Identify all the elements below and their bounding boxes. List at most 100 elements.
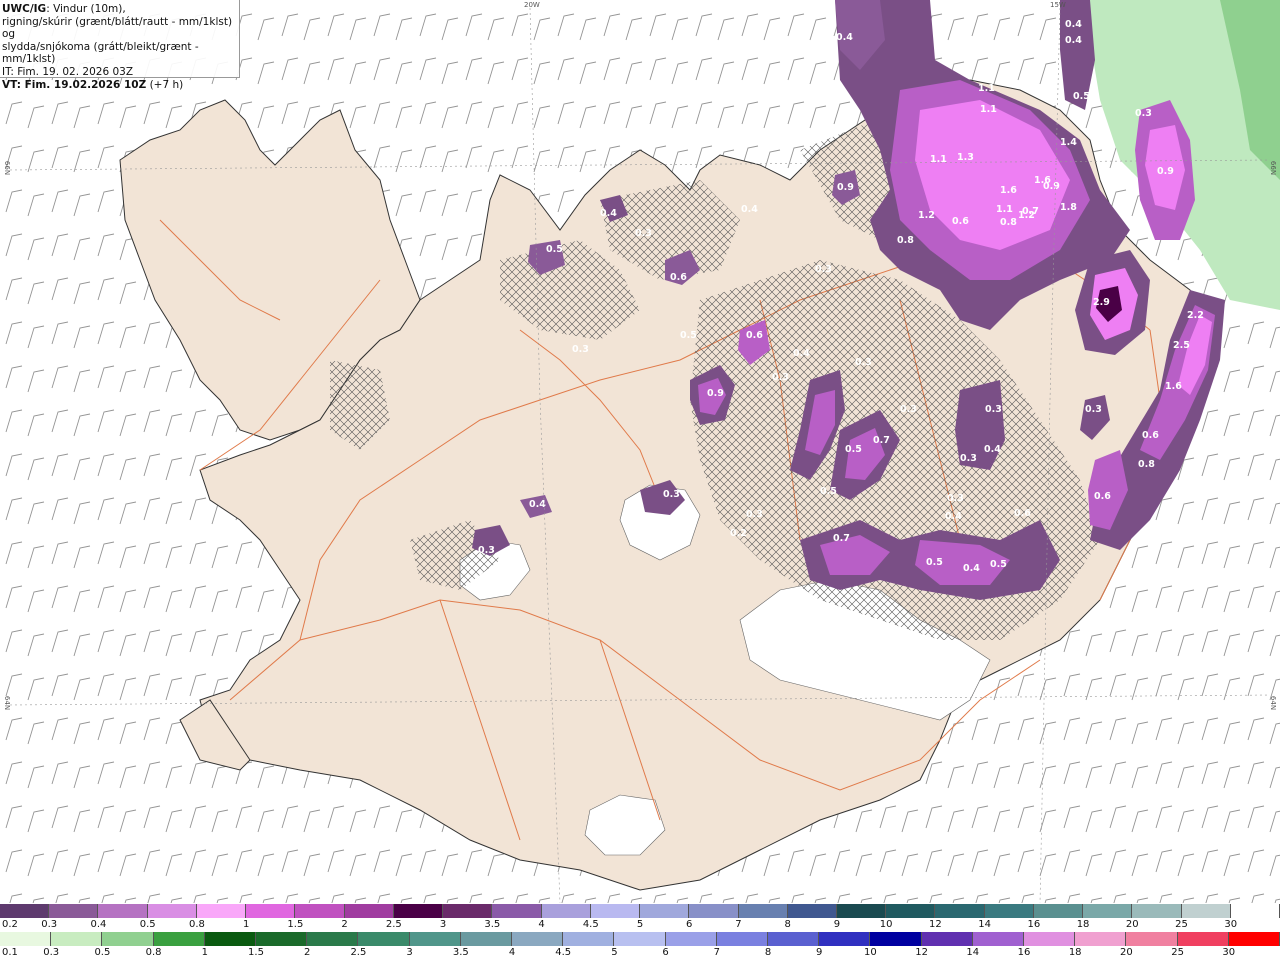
precip-label: 0.4: [741, 204, 758, 215]
legend-label: 0.1: [2, 947, 18, 958]
precip-label: 0.9: [707, 388, 724, 399]
legend-swatch: [1126, 932, 1178, 946]
legend-label: 6: [662, 947, 669, 958]
info-title-rest: : Vindur (10m),: [46, 3, 126, 15]
precip-label: 0.9: [837, 182, 854, 193]
precip-label: 0.5: [546, 244, 563, 255]
legend-swatch: [1033, 904, 1084, 918]
precip-label: 0.3: [1085, 404, 1102, 415]
map-info-box: UWC/IG: Vindur (10m), rigning/skúrir (gr…: [0, 0, 240, 91]
precip-label: 0.5: [820, 486, 837, 497]
legend-swatch: [512, 932, 564, 946]
legend-label: 0.4: [90, 919, 107, 930]
precip-label: 0.8: [1138, 459, 1155, 470]
legend-swatch: [443, 904, 493, 918]
legend-swatch: [49, 904, 99, 918]
legend-label: 2.5: [350, 947, 367, 958]
legend-swatch: [102, 932, 154, 946]
legend-label: 8: [764, 947, 772, 958]
precip-label: 0.3: [772, 372, 789, 383]
precip-label: 0.3: [900, 404, 917, 415]
legend-label: 25: [1171, 947, 1184, 958]
precip-label: 0.4: [793, 348, 810, 359]
precip-label: 0.3: [478, 545, 495, 556]
legend-label: 12: [929, 919, 942, 930]
info-valid-time: VT: Fim. 19.02.2026 10Z (+7 h): [2, 79, 239, 92]
precip-label: 0.4: [529, 499, 546, 510]
precip-label: 2.9: [1093, 297, 1110, 308]
legend-swatch: [787, 904, 837, 918]
legend-swatch: [819, 932, 871, 946]
legend-label: 4.5: [555, 947, 572, 958]
precip-label: 0.2: [730, 528, 747, 539]
legend-swatch: [196, 904, 247, 918]
precip-label: 0.8: [897, 235, 914, 246]
legend-label: 0.5: [139, 919, 156, 930]
precip-label: 0.4: [1065, 19, 1082, 30]
legend-swatch: [307, 932, 359, 946]
legend-swatch: [246, 904, 296, 918]
legend-swatch: [665, 932, 717, 946]
legend-label: 2: [341, 919, 348, 930]
precip-label: 0.3: [855, 357, 872, 368]
axis-label-66n-left: 66N: [3, 160, 12, 176]
legend-label: 18: [1068, 947, 1082, 958]
precip-label: 0.8: [1000, 217, 1017, 228]
legend-swatch: [1177, 932, 1229, 946]
legend-label: 30: [1222, 947, 1236, 958]
precip-label: 1.2: [918, 210, 935, 221]
precip-label: 0.3: [947, 493, 964, 504]
info-valid-time-bold: VT: Fim. 19.02.2026 10Z: [2, 78, 147, 91]
legend-label: 4: [508, 947, 516, 958]
legend-label: 25: [1175, 919, 1188, 930]
legend-label: 4: [538, 919, 545, 930]
precip-label: 0.5: [990, 559, 1007, 570]
precip-label: 0.4: [836, 32, 853, 43]
legend-label: 6: [686, 919, 693, 930]
color-legend: 0.2 0.3 0.4 0.5 0.8 1 1.5 2 2.5 3 3.5 4 4.5 5 6 7 8 9 10 12…: [0, 903, 1280, 960]
legend-swatch: [1181, 904, 1231, 918]
precip-label: 0.6: [1094, 491, 1111, 502]
legend-rain-colorbar: [0, 932, 1280, 946]
legend-swatch: [836, 904, 887, 918]
precip-label: 2.2: [1187, 310, 1204, 321]
legend-label: 16: [1017, 947, 1031, 958]
legend-swatch: [1228, 932, 1280, 946]
legend-swatch: [460, 932, 513, 946]
legend-rain-labels: 0.1 0.3 0.5 0.8 1 1.5 2 2.5 3 3.5 4 4.5 5 6 7 8 9 10 12 14 1…: [0, 947, 1280, 959]
legend-swatch: [1132, 904, 1182, 918]
legend-swatch: [590, 904, 641, 918]
legend-label: 2.5: [385, 919, 402, 930]
weather-map: 0.4 0.4 0.4 1.1 1.1 1.3 1.2 0.6 1.6 1.1 …: [0, 0, 1280, 903]
legend-label: 0.3: [41, 919, 58, 930]
info-title-bold: UWC/IG: [2, 3, 47, 15]
precip-label: 1.4: [1060, 137, 1077, 148]
legend-swatch: [689, 904, 739, 918]
precip-label: 0.3: [746, 509, 763, 520]
legend-swatch: [738, 904, 788, 918]
legend-swatch: [870, 932, 922, 946]
precip-label: 0.5: [845, 444, 862, 455]
precip-label: 0.4: [984, 444, 1001, 455]
legend-swatch: [563, 932, 615, 946]
precip-label: 0.7: [1022, 206, 1039, 217]
legend-label: 0.2: [2, 919, 18, 930]
legend-swatch: [921, 932, 973, 946]
legend-label: 7: [735, 919, 742, 930]
legend-label: 2: [304, 947, 311, 958]
precip-label: 1.1: [930, 154, 947, 165]
legend-swatch: [344, 904, 394, 918]
info-initial-time: IT: Fim. 19. 02. 2026 03Z: [2, 65, 134, 78]
legend-label: 20: [1125, 919, 1139, 930]
legend-label: 0.5: [94, 947, 111, 958]
legend-swatch: [614, 932, 666, 946]
legend-swatch: [256, 932, 308, 946]
legend-label: 4.5: [582, 919, 599, 930]
legend-swatch: [972, 932, 1025, 946]
precip-label: 0.5: [1073, 91, 1090, 102]
legend-swatch: [409, 932, 461, 946]
legend-label: 9: [816, 947, 823, 958]
legend-label: 1: [201, 947, 208, 958]
precip-label: 0.9: [1043, 181, 1060, 192]
legend-swatch: [98, 904, 148, 918]
